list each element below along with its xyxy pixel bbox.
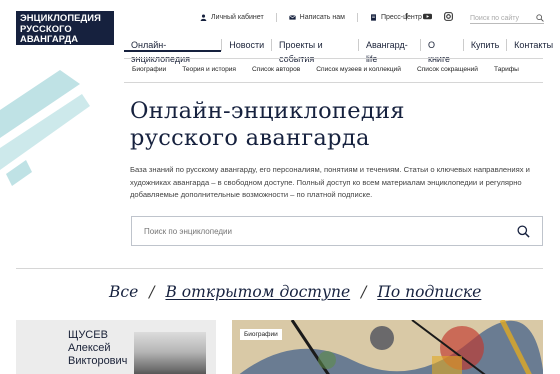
social-links: f: [402, 12, 453, 21]
subnav-biographies[interactable]: Биографии: [124, 66, 174, 73]
page-description: База знаний по русскому авангарду, его п…: [130, 165, 530, 199]
nav-news[interactable]: Новости: [222, 38, 271, 52]
subnav-museums-list[interactable]: Список музеев и коллекций: [308, 66, 409, 73]
page-title: Онлайн-энциклопедия русского авангарда: [130, 98, 405, 152]
write-us-link[interactable]: Написать нам: [288, 13, 345, 22]
nav-contacts[interactable]: Контакты: [507, 38, 560, 52]
subnav-abbreviations-list[interactable]: Список сокращений: [409, 66, 486, 73]
site-search[interactable]: Поиск по сайту: [470, 13, 544, 24]
subnav-rule: [124, 82, 543, 83]
subnav-tariffs[interactable]: Тарифы: [486, 66, 527, 73]
sub-nav: Биографии Теория и история Список авторо…: [124, 66, 527, 73]
filter-separator: /: [149, 283, 155, 301]
filter-all[interactable]: Все: [109, 283, 138, 301]
user-icon: [200, 14, 207, 21]
document-icon: [370, 14, 376, 21]
person-patronymic: Викторович: [68, 355, 128, 367]
youtube-icon[interactable]: [423, 12, 432, 21]
person-name: ЩУСЕВ Алексей Викторович: [68, 329, 127, 368]
page-title-line-1: Онлайн-энциклопедия: [130, 98, 405, 124]
person-photo: [134, 332, 206, 374]
nav-rule: [124, 58, 543, 59]
encyclopedia-search[interactable]: [131, 216, 543, 246]
nav-avantgarde-life[interactable]: Авангард-life: [359, 38, 420, 64]
site-search-placeholder: Поиск по сайту: [470, 14, 520, 22]
nav-buy[interactable]: Купить: [464, 38, 506, 52]
mail-icon: [288, 15, 296, 20]
person-card[interactable]: ЩУСЕВ Алексей Викторович: [16, 320, 216, 374]
main-nav: Онлайн-энциклопедия Новости Проекты и со…: [124, 38, 560, 64]
filter-separator: /: [361, 283, 367, 301]
access-filters: Все / В открытом доступе / По подписке: [109, 283, 481, 301]
subnav-theory-history[interactable]: Теория и история: [174, 66, 244, 73]
site-logo[interactable]: ЭНЦИКЛОПЕДИЯ РУССКОГО АВАНГАРДА: [16, 11, 114, 45]
decorative-stripes: [0, 70, 90, 186]
encyclopedia-search-input[interactable]: [144, 226, 464, 236]
personal-cabinet-link[interactable]: Личный кабинет: [200, 13, 264, 22]
nav-about-book[interactable]: О книге: [421, 38, 463, 64]
nav-projects-events[interactable]: Проекты и события: [272, 38, 358, 64]
filter-subscription[interactable]: По подписке: [377, 283, 481, 301]
search-icon[interactable]: [517, 224, 530, 238]
nav-online-encyclopedia[interactable]: Онлайн-энциклопедия: [124, 38, 222, 64]
logo-line-1: ЭНЦИКЛОПЕДИЯ: [20, 12, 101, 23]
write-us-label: Написать нам: [299, 14, 345, 21]
section-rule: [16, 268, 543, 269]
divider: [275, 13, 277, 22]
logo-line-3: АВАНГАРДА: [20, 33, 79, 44]
person-first-name: Алексей: [68, 342, 111, 354]
category-badge: Биографии: [240, 329, 282, 340]
person-surname: ЩУСЕВ: [68, 329, 108, 341]
divider: [356, 13, 358, 22]
filter-open-access[interactable]: В открытом доступе: [165, 283, 350, 301]
page-title-line-2: русского авангарда: [130, 125, 370, 151]
personal-cabinet-label: Личный кабинет: [211, 14, 264, 21]
subnav-authors-list[interactable]: Список авторов: [244, 66, 308, 73]
top-links: Личный кабинет Написать нам Пресс-центр: [200, 13, 422, 22]
instagram-icon[interactable]: [444, 12, 453, 21]
search-icon[interactable]: [536, 14, 544, 22]
facebook-icon[interactable]: f: [402, 12, 411, 21]
artwork-card[interactable]: Биографии: [232, 320, 543, 374]
